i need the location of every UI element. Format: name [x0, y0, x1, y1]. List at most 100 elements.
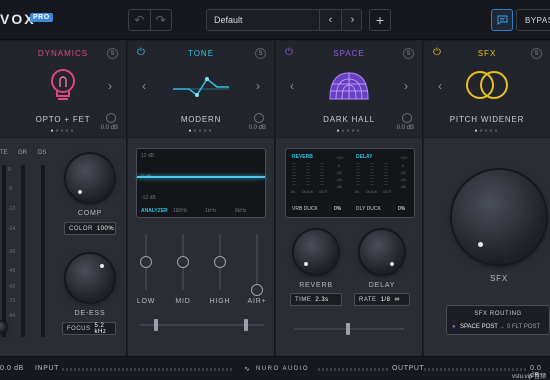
- input-gain-value[interactable]: 0.0 dB: [0, 365, 24, 372]
- focus-value: 5.2 kHz: [94, 322, 107, 335]
- rate-control[interactable]: RATE 1/8 ∞: [354, 293, 410, 306]
- preset-name: Default: [214, 15, 243, 25]
- meter-scale-label: -24: [400, 177, 406, 182]
- prev-preset-button[interactable]: ‹: [438, 79, 442, 93]
- meter-scale-label: -24: [336, 177, 342, 182]
- time-value: 2.3s: [315, 296, 329, 303]
- freq-label: 8kHz: [235, 208, 247, 214]
- meter-header-te: TE: [0, 150, 8, 156]
- high-band-slider[interactable]: [214, 234, 226, 290]
- delay-knob[interactable]: [360, 230, 404, 274]
- solo-button[interactable]: S: [255, 48, 266, 59]
- comp-label: COMP: [77, 210, 103, 217]
- tilt-slider[interactable]: [140, 319, 264, 331]
- sfx-routing-label: SFX ROUTING: [474, 311, 522, 317]
- dly-duck-label: DLY DUCK: [356, 206, 381, 212]
- route-to: 0 FLT POST: [507, 324, 541, 330]
- band-label-high: HIGH: [209, 298, 231, 305]
- output-gain-value: 0.0 dB: [248, 125, 266, 131]
- meter-col-label: OUT: [383, 189, 392, 194]
- meter-tick: -84: [8, 313, 16, 319]
- output-level-meter-left: [318, 368, 388, 371]
- te-meter: [2, 165, 6, 337]
- deess-knob[interactable]: [66, 254, 114, 302]
- mid-band-slider[interactable]: [177, 234, 189, 290]
- route-arrow-icon: →: [499, 324, 505, 330]
- redo-button[interactable]: ↷: [151, 10, 172, 30]
- preset-page-dots: ●●●●●: [474, 128, 500, 134]
- module-title: SPACE: [333, 49, 365, 58]
- gr-meter: [21, 165, 25, 337]
- bypass-button[interactable]: BYPASS: [516, 9, 550, 31]
- next-preset-button[interactable]: ›: [108, 79, 112, 93]
- air-band-slider[interactable]: [251, 234, 263, 296]
- rings-icon: [466, 71, 508, 99]
- undo-button[interactable]: ↶: [129, 10, 151, 30]
- output-gain-knob[interactable]: [106, 113, 116, 123]
- meter-tick: -48: [8, 268, 16, 274]
- sfx-knob[interactable]: [452, 170, 546, 264]
- reverb-out-meter: [320, 163, 324, 187]
- preset-selector[interactable]: Default ‹ ›: [206, 9, 362, 31]
- lightbulb-icon: [51, 69, 75, 100]
- freq-label: 180Hz: [173, 208, 188, 214]
- meter-tick: 0: [8, 167, 11, 173]
- solo-button[interactable]: S: [531, 48, 542, 59]
- solo-button[interactable]: S: [403, 48, 414, 59]
- comp-knob[interactable]: [66, 154, 114, 202]
- module-tone[interactable]: ⏻ TONE S ‹ › MODERN ●●●●● 0.0 dB: [128, 41, 275, 137]
- dly-duck-value[interactable]: 0%: [398, 206, 405, 212]
- meter-tick: -36: [8, 249, 16, 255]
- pro-badge: PRO: [30, 13, 53, 22]
- module-space[interactable]: ⏻ SPACE S ‹ › DARK HALL ●●●●● 0.0 dB: [276, 41, 423, 137]
- space-mix-slider[interactable]: [294, 323, 404, 335]
- band-label-low: LOW: [136, 298, 156, 305]
- meter-tick: -6: [8, 186, 13, 192]
- route-dot-icon: ●: [452, 324, 456, 330]
- output-gain-value: 0.0 dB: [396, 125, 414, 131]
- meter-scale-label: 0: [338, 163, 341, 168]
- preset-next-button[interactable]: ›: [341, 10, 363, 30]
- module-sfx[interactable]: ⏻ SFX S ‹ PITCH WIDENER ●●●●●: [424, 41, 550, 137]
- time-control[interactable]: TIME 2.3s: [290, 293, 342, 306]
- db-label: 12 dB: [141, 153, 155, 159]
- focus-label: FOCUS: [67, 325, 91, 332]
- output-gain-knob[interactable]: [402, 113, 412, 123]
- watermark: vstu.vip 音频: [512, 374, 547, 380]
- meter-tick: -12: [8, 206, 16, 212]
- color-control[interactable]: COLOR 100%: [64, 222, 116, 235]
- module-dynamics[interactable]: DYNAMICS S › OPTO + FET ●●●●● 0.0 dB: [0, 41, 127, 137]
- prev-preset-button[interactable]: ‹: [290, 79, 294, 93]
- reverb-meter-label: REVERB: [292, 154, 313, 160]
- analyzer-label: ANALYZER: [141, 208, 168, 214]
- low-band-slider[interactable]: [140, 234, 152, 290]
- meter-scale-label: -36: [400, 184, 406, 189]
- deess-label: DE-ESS: [74, 310, 106, 317]
- reverb-knob[interactable]: [294, 230, 338, 274]
- eq-curve-line: [137, 176, 265, 178]
- chat-button[interactable]: [491, 9, 513, 31]
- preset-prev-button[interactable]: ‹: [319, 10, 341, 30]
- prev-preset-button[interactable]: ‹: [142, 79, 146, 93]
- add-preset-button[interactable]: +: [369, 9, 391, 31]
- focus-control[interactable]: FOCUS 5.2 kHz: [62, 322, 116, 335]
- solo-button[interactable]: S: [107, 48, 118, 59]
- meter-tick: -72: [8, 298, 16, 304]
- delay-out-meter: [384, 163, 388, 187]
- next-preset-button[interactable]: ›: [256, 79, 260, 93]
- vrb-duck-value[interactable]: 0%: [334, 206, 341, 212]
- reverb-in-meter: [292, 163, 296, 187]
- analyzer-screen[interactable]: 12 dB 0 dB -12 dB ANALYZER 180Hz 1kHz 8k…: [136, 148, 266, 218]
- output-gain-knob[interactable]: [254, 113, 264, 123]
- meter-scale-label: -12: [336, 170, 342, 175]
- input-label: INPUT: [35, 365, 59, 372]
- sync-link-icon[interactable]: ∞: [394, 296, 400, 303]
- meter-col-label: OUT: [319, 189, 328, 194]
- rate-label: RATE: [359, 296, 377, 303]
- top-bar: VOX PRO ↶ ↷ Default ‹ › + BYPASS: [0, 0, 550, 40]
- output-gain-value: 0.0 dB: [100, 125, 118, 131]
- delay-label: DELAY: [368, 282, 396, 289]
- nuro-logo-icon: ∿: [244, 366, 251, 373]
- sfx-routing-box[interactable]: SFX ROUTING ● SPACE POST → 0 FLT POST: [446, 305, 550, 335]
- next-preset-button[interactable]: ›: [404, 79, 408, 93]
